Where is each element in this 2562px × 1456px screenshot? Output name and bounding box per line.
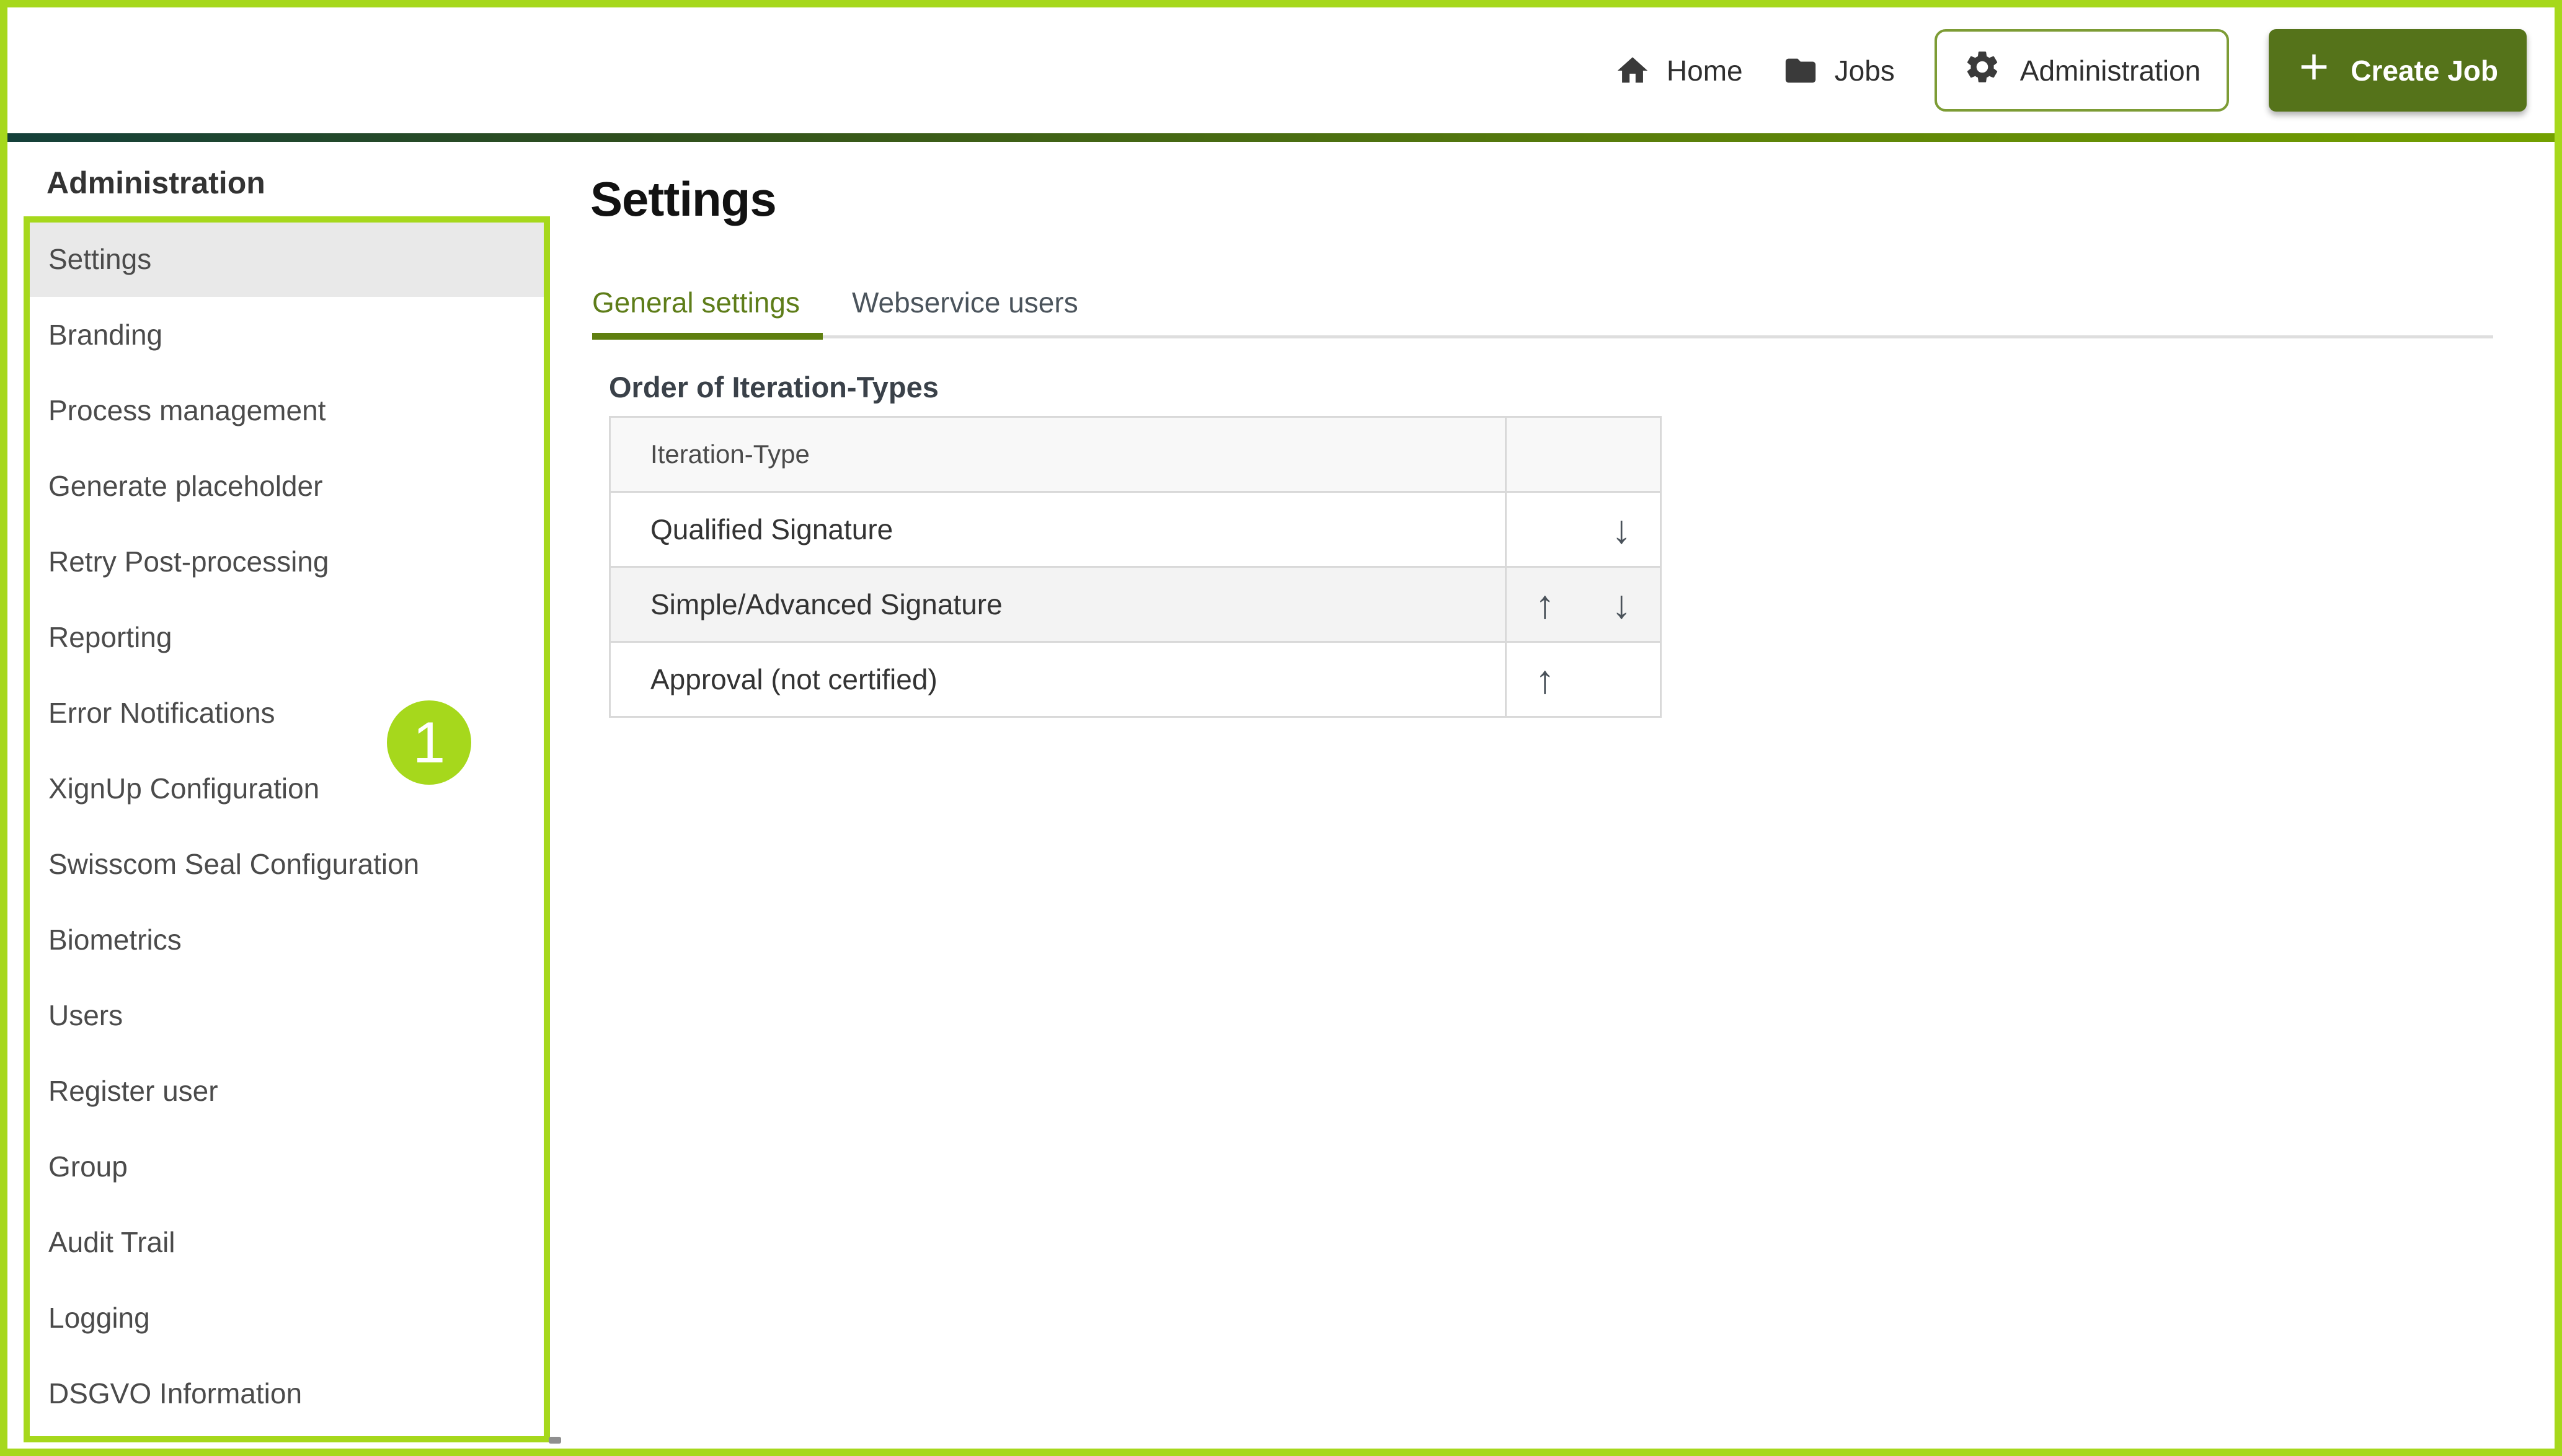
- nav-item-administration-active[interactable]: Administration: [1934, 29, 2230, 112]
- sidebar-item-swisscom-seal-configuration[interactable]: Swisscom Seal Configuration: [24, 826, 550, 902]
- tab-general-settings[interactable]: General settings: [592, 286, 800, 319]
- row-label: Qualified Signature: [650, 513, 893, 545]
- row-actions: ↓: [1505, 493, 1660, 566]
- nav-administration-label: Administration: [2019, 54, 2201, 87]
- move-down-icon[interactable]: ↓: [1584, 493, 1660, 566]
- sidebar-item-settings[interactable]: Settings: [24, 221, 550, 297]
- sidebar-item-audit-trail[interactable]: Audit Trail: [24, 1204, 550, 1280]
- sidebar-item-users[interactable]: Users: [24, 977, 550, 1053]
- table-row-qualified-signature: Qualified Signature ↓: [611, 493, 1660, 568]
- nav-home-label: Home: [1666, 54, 1743, 87]
- tab-underline-active-indicator: [592, 333, 823, 340]
- column-header-actions: [1505, 418, 1660, 491]
- sidebar-item-group[interactable]: Group: [24, 1129, 550, 1204]
- top-navigation-bar: Home Jobs Administration Create Job: [7, 7, 2555, 133]
- annotation-step-badge: 1: [387, 700, 471, 785]
- sidebar-item-generate-placeholder[interactable]: Generate placeholder: [24, 448, 550, 524]
- section-heading: Order of Iteration-Types: [609, 371, 939, 404]
- folder-icon: [1783, 53, 1819, 89]
- move-down-icon[interactable]: ↓: [1584, 568, 1660, 641]
- main-content: Settings General settings Webservice use…: [590, 142, 2555, 1449]
- nav-item-home[interactable]: Home: [1615, 53, 1743, 89]
- row-actions: ↑ ↓: [1505, 568, 1660, 641]
- sidebar-item-branding[interactable]: Branding: [24, 297, 550, 373]
- home-icon: [1615, 53, 1651, 89]
- sidebar-item-xignup-configuration[interactable]: XignUp Configuration: [24, 751, 550, 826]
- arrow-slot-empty: [1584, 643, 1660, 716]
- table-row-approval-not-certified: Approval (not certified) ↑: [611, 643, 1660, 716]
- sidebar-item-reporting[interactable]: Reporting: [24, 599, 550, 675]
- admin-sidebar-menu: Settings Branding Process management Gen…: [24, 221, 550, 1431]
- create-job-button[interactable]: Create Job: [2269, 29, 2527, 112]
- gear-icon: [1963, 48, 2001, 93]
- table-row-simple-advanced-signature: Simple/Advanced Signature ↑ ↓: [611, 568, 1660, 643]
- sidebar-item-logging[interactable]: Logging: [24, 1280, 550, 1356]
- app-window: Home Jobs Administration Create Job Admi…: [0, 0, 2562, 1456]
- sidebar-item-dsgvo-information[interactable]: DSGVO Information: [24, 1356, 550, 1431]
- column-header-iteration-type: Iteration-Type: [650, 439, 810, 469]
- tab-webservice-users[interactable]: Webservice users: [852, 286, 1078, 319]
- arrow-slot-empty: [1507, 493, 1584, 566]
- step-badge-number: 1: [412, 710, 446, 775]
- row-actions: ↑: [1505, 643, 1660, 716]
- sidebar-item-register-user[interactable]: Register user: [24, 1053, 550, 1129]
- row-label: Simple/Advanced Signature: [650, 588, 1003, 620]
- sidebar-item-biometrics[interactable]: Biometrics: [24, 902, 550, 977]
- page-title: Settings: [590, 172, 777, 226]
- sidebar-item-process-management[interactable]: Process management: [24, 373, 550, 448]
- table-header-row: Iteration-Type: [611, 418, 1660, 493]
- tab-underline-track: [592, 335, 2493, 338]
- create-job-label: Create Job: [2351, 54, 2498, 87]
- nav-item-jobs[interactable]: Jobs: [1783, 53, 1895, 89]
- annotation-resize-handle: [549, 1437, 561, 1444]
- move-up-icon[interactable]: ↑: [1507, 568, 1584, 641]
- settings-tabs: General settings Webservice users: [592, 286, 1078, 319]
- plus-icon: [2297, 50, 2331, 90]
- header-divider-bar: [7, 133, 2555, 142]
- move-up-icon[interactable]: ↑: [1507, 643, 1584, 716]
- sidebar-item-retry-post-processing[interactable]: Retry Post-processing: [24, 524, 550, 599]
- iteration-types-table: Iteration-Type Qualified Signature ↓ Sim…: [609, 416, 1662, 718]
- row-label: Approval (not certified): [650, 663, 937, 695]
- sidebar-heading: Administration: [47, 165, 265, 200]
- nav-jobs-label: Jobs: [1834, 54, 1895, 87]
